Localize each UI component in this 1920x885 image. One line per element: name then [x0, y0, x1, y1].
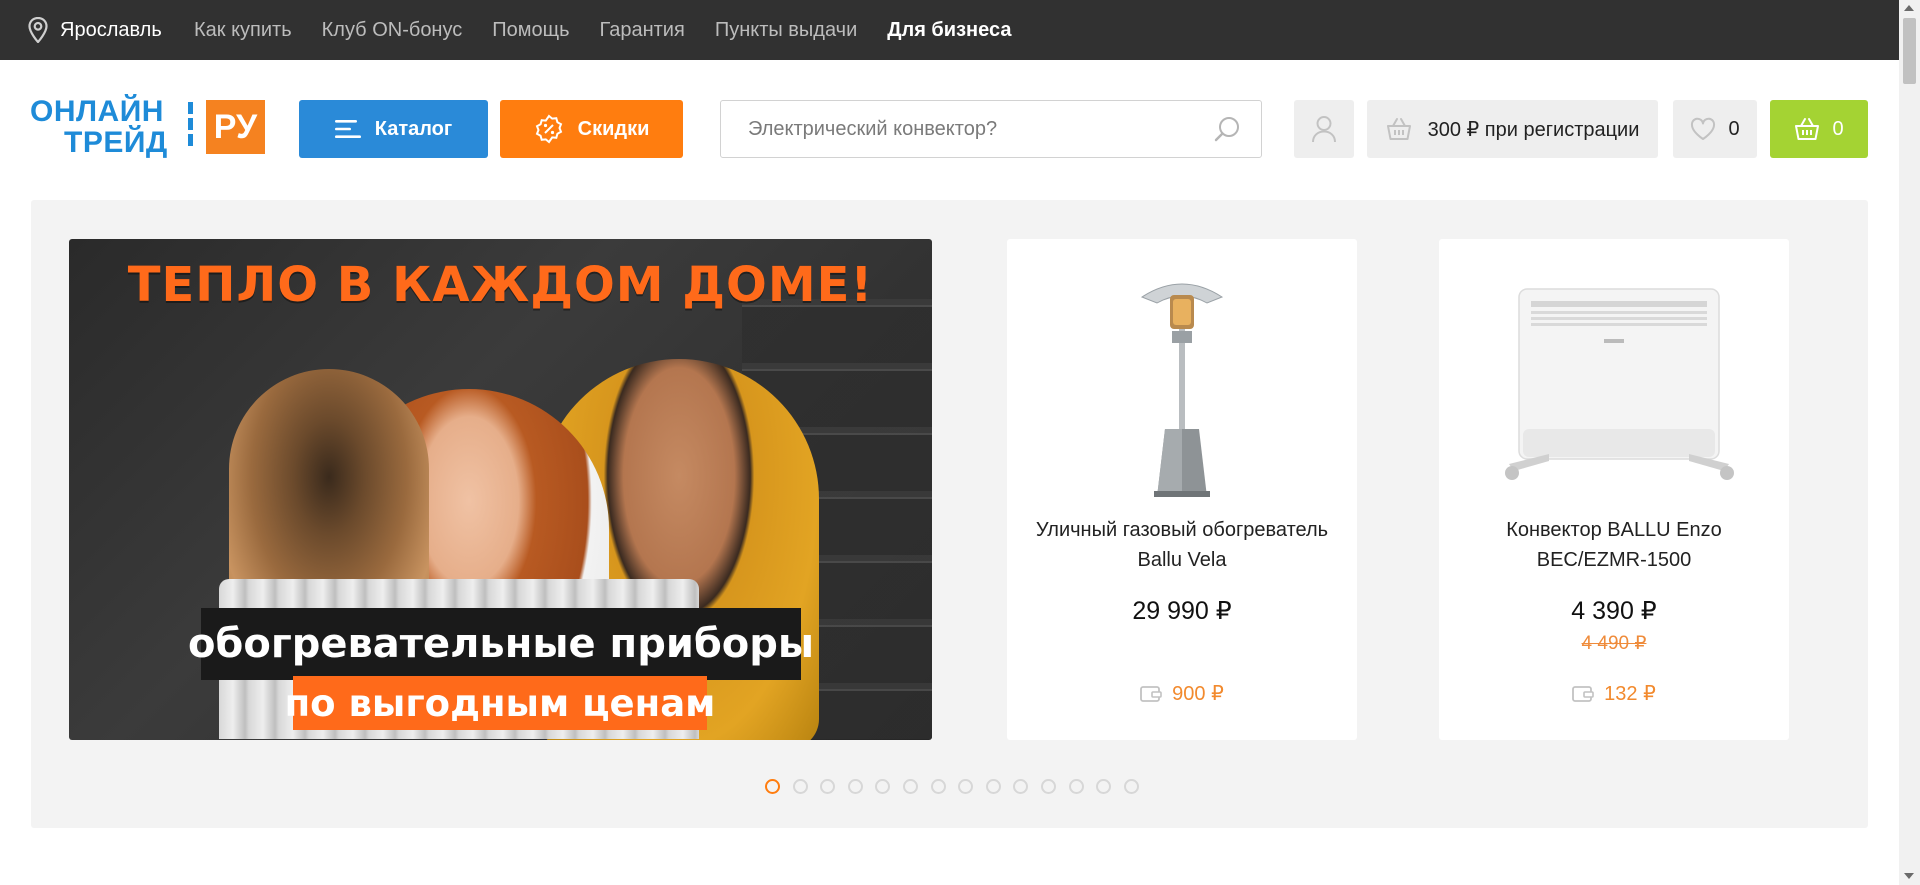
search-input[interactable]: [748, 101, 1198, 157]
product-card[interactable]: Уличный газовый обогреватель Ballu Vela …: [1007, 239, 1357, 740]
slider-dot[interactable]: [820, 778, 836, 794]
slider-dot[interactable]: [1013, 778, 1029, 794]
menu-lines-icon: [334, 120, 361, 138]
favorites-button[interactable]: 0: [1673, 100, 1757, 158]
slider-dot[interactable]: [1068, 778, 1084, 794]
slider-dot[interactable]: [958, 778, 974, 794]
slider-dot[interactable]: [902, 778, 918, 794]
catalog-button[interactable]: Каталог: [299, 100, 488, 158]
link-warranty[interactable]: Гарантия: [600, 19, 685, 42]
slider-dot[interactable]: [847, 778, 863, 794]
cart-button[interactable]: 0: [1770, 100, 1868, 158]
registration-bonus-text: 300 ₽ при регистрации: [1427, 118, 1640, 141]
slider-dot[interactable]: [875, 778, 891, 794]
page-scrollbar[interactable]: [1899, 0, 1920, 885]
top-links: Как купить Клуб ON-бонус Помощь Гарантия…: [194, 0, 1041, 60]
slider-dot[interactable]: [765, 778, 780, 794]
slider-dot[interactable]: [1123, 778, 1139, 794]
city-name[interactable]: Ярославль: [60, 19, 162, 42]
scroll-up-arrow-icon[interactable]: [1904, 5, 1914, 11]
slider-pagination: [765, 777, 1151, 795]
link-help[interactable]: Помощь: [492, 19, 569, 42]
search-box: [720, 100, 1262, 158]
slider-dot[interactable]: [985, 778, 1001, 794]
logo-line-1: ОНЛАЙН: [30, 95, 164, 128]
slider-dot[interactable]: [1040, 778, 1056, 794]
basket-icon: [1386, 118, 1411, 140]
logo-line-2: ТРЕЙД: [64, 126, 168, 159]
convector-heater-image: [1505, 288, 1734, 480]
logo-badge: РУ: [206, 100, 265, 154]
cart-basket-icon: [1795, 118, 1820, 140]
favorites-count: 0: [1728, 117, 1740, 140]
link-pickup-points[interactable]: Пункты выдачи: [715, 19, 857, 42]
product-bonus: 900 ₽: [1007, 681, 1357, 706]
logo-divider: [188, 102, 193, 158]
wallet-icon: [1140, 685, 1162, 702]
product-card[interactable]: Конвектор BALLU Enzo BEC/EZMR-1500 4 390…: [1439, 239, 1789, 740]
account-button[interactable]: [1294, 100, 1354, 158]
patio-heater-image: [1140, 283, 1224, 497]
cart-count: 0: [1832, 117, 1844, 140]
product-name[interactable]: Конвектор BALLU Enzo BEC/EZMR-1500: [1459, 515, 1769, 575]
product-bonus-amount: 900 ₽: [1172, 683, 1224, 705]
product-bonus-amount: 132 ₽: [1604, 683, 1656, 705]
logo-text: ОНЛАЙН ТРЕЙД: [30, 96, 168, 158]
product-old-price: 4 490 ₽: [1581, 633, 1647, 654]
wallet-icon: [1572, 685, 1594, 702]
sales-button-label: Скидки: [577, 117, 650, 140]
banner-headline: ТЕПЛО В КАЖДОМ ДОМЕ!: [127, 257, 874, 313]
slider-dot[interactable]: [930, 778, 946, 794]
location-pin-icon: [28, 17, 48, 43]
product-name[interactable]: Уличный газовый обогреватель Ballu Vela: [1027, 515, 1337, 575]
promo-banner[interactable]: ТЕПЛО В КАЖДОМ ДОМЕ! обогревательные при…: [69, 239, 932, 740]
catalog-button-label: Каталог: [374, 117, 453, 140]
heart-icon: [1691, 117, 1716, 140]
search-icon[interactable]: [1213, 115, 1241, 143]
product-bonus: 132 ₽: [1439, 681, 1789, 706]
banner-caption-2: по выгодным ценам: [285, 676, 715, 730]
city-selector[interactable]: Ярославль: [28, 0, 162, 60]
product-price: 4 390 ₽: [1571, 597, 1657, 625]
top-navigation-bar: Ярославль Как купить Клуб ON-бонус Помощ…: [0, 0, 1899, 60]
link-on-bonus-club[interactable]: Клуб ON-бонус: [322, 19, 463, 42]
banner-caption-1: обогревательные приборы: [188, 608, 814, 680]
link-how-to-buy[interactable]: Как купить: [194, 19, 292, 42]
user-icon: [1312, 116, 1336, 143]
sales-button[interactable]: Скидки: [500, 100, 683, 158]
site-logo[interactable]: ОНЛАЙН ТРЕЙД РУ: [30, 96, 266, 160]
product-price: 29 990 ₽: [1132, 597, 1232, 625]
slider-dot[interactable]: [1096, 778, 1112, 794]
scrollbar-thumb[interactable]: [1903, 18, 1916, 84]
link-for-business[interactable]: Для бизнеса: [887, 19, 1011, 42]
scroll-down-arrow-icon[interactable]: [1904, 873, 1914, 879]
registration-bonus-button[interactable]: 300 ₽ при регистрации: [1367, 100, 1658, 158]
discount-badge-icon: [535, 114, 562, 144]
slider-dot[interactable]: [792, 778, 808, 794]
